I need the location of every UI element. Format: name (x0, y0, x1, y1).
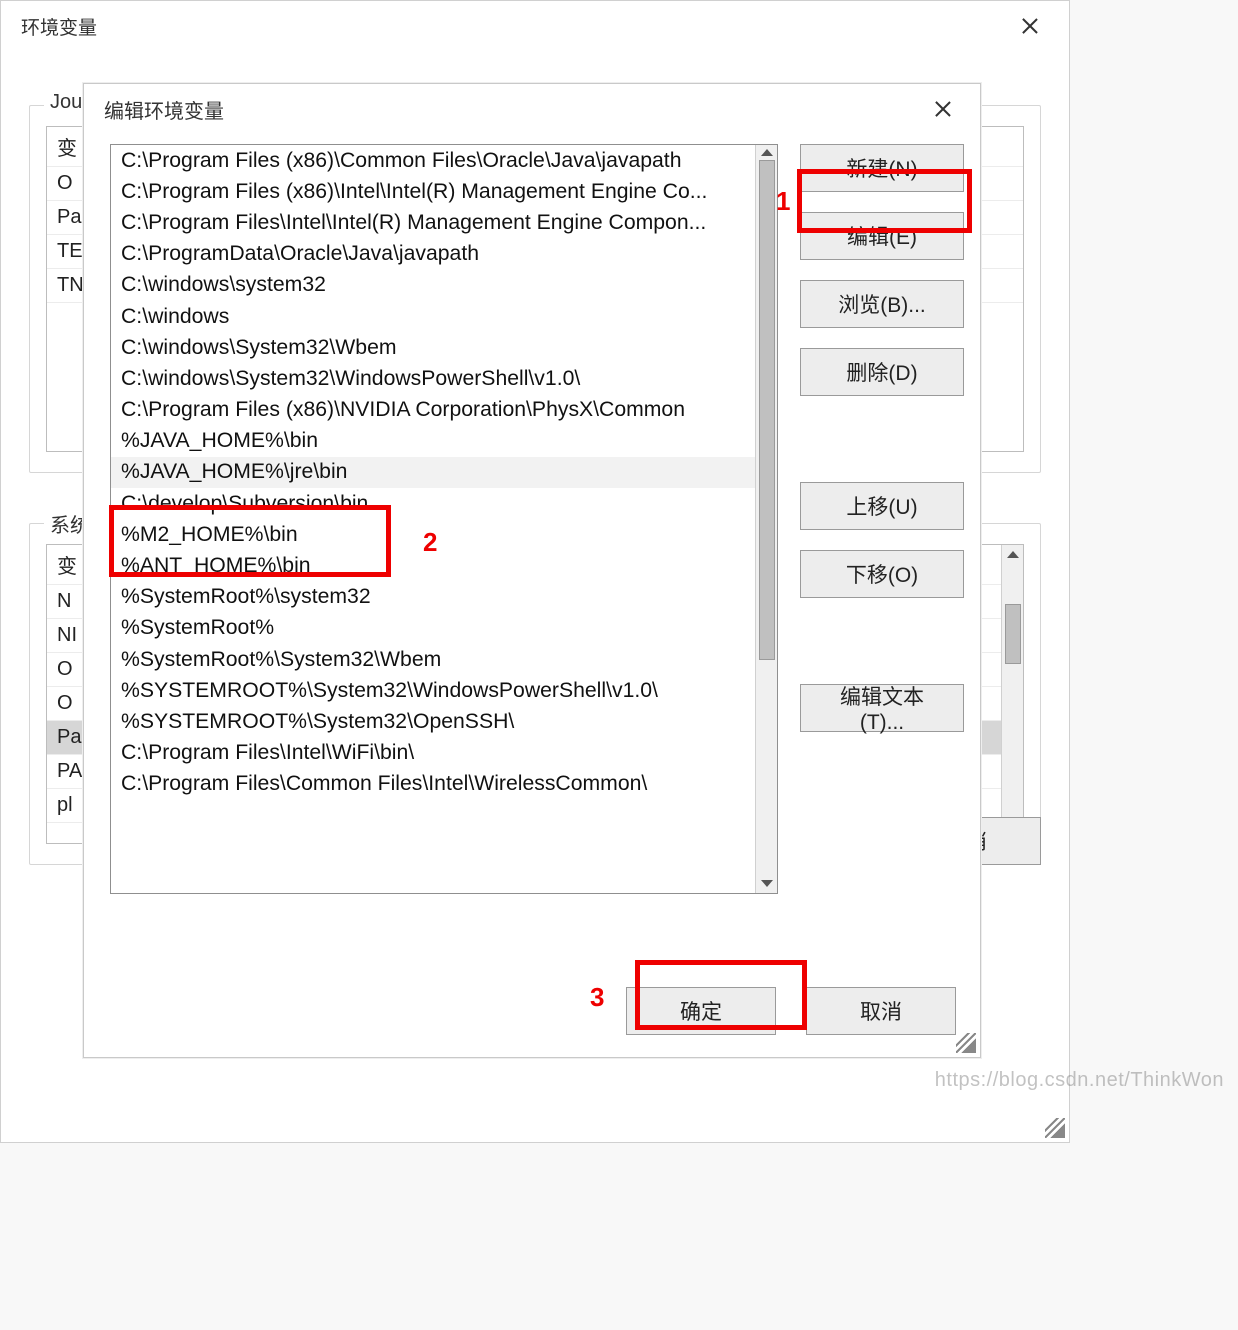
scrollbar[interactable] (1001, 545, 1023, 843)
annotation-label-3: 3 (590, 982, 604, 1013)
edit-text-button[interactable]: 编辑文本(T)... (800, 684, 964, 732)
edit-env-var-titlebar: 编辑环境变量 (84, 84, 980, 134)
scroll-up-icon (761, 149, 773, 156)
annotation-label-1: 1 (776, 186, 790, 217)
delete-button[interactable]: 删除(D) (800, 348, 964, 396)
list-item[interactable]: %SYSTEMROOT%\System32\OpenSSH\ (111, 706, 755, 737)
list-item[interactable]: C:\windows\System32\Wbem (111, 332, 755, 363)
cancel-button[interactable]: 取消 (806, 987, 956, 1035)
path-list[interactable]: C:\Program Files (x86)\Common Files\Orac… (110, 144, 778, 894)
list-item[interactable]: C:\windows\system32 (111, 270, 755, 301)
watermark: https://blog.csdn.net/ThinkWon (935, 1069, 1224, 1092)
list-item[interactable]: %JAVA_HOME%\bin (111, 426, 755, 457)
scrollbar[interactable] (755, 145, 777, 893)
list-item[interactable]: C:\Program Files\Common Files\Intel\Wire… (111, 769, 755, 800)
list-item[interactable]: C:\Program Files (x86)\Common Files\Orac… (111, 145, 755, 176)
list-item[interactable]: C:\develop\Subversion\bin (111, 488, 755, 519)
edit-env-var-title: 编辑环境变量 (104, 95, 224, 124)
scroll-up-icon (1007, 551, 1019, 558)
resize-grip-icon[interactable] (956, 1033, 976, 1053)
edit-env-var-dialog: 编辑环境变量 C:\Program Files (x86)\Common Fil… (83, 83, 981, 1058)
new-button[interactable]: 新建(N) (800, 144, 964, 192)
list-item[interactable]: C:\Program Files (x86)\Intel\Intel(R) Ma… (111, 176, 755, 207)
list-item[interactable]: %SystemRoot% (111, 613, 755, 644)
env-vars-titlebar: 环境变量 (1, 1, 1069, 51)
move-down-button[interactable]: 下移(O) (800, 550, 964, 598)
ok-button[interactable]: 确定 (626, 987, 776, 1035)
list-item[interactable]: C:\Program Files\Intel\WiFi\bin\ (111, 738, 755, 769)
edit-button[interactable]: 编辑(E) (800, 212, 964, 260)
list-item[interactable]: %SystemRoot%\system32 (111, 582, 755, 613)
scrollbar-thumb[interactable] (1005, 604, 1021, 664)
list-item[interactable]: %SystemRoot%\System32\Wbem (111, 644, 755, 675)
list-item[interactable]: %JAVA_HOME%\jre\bin (111, 457, 755, 488)
close-icon (1020, 16, 1040, 36)
close-button[interactable] (1005, 1, 1055, 51)
close-icon (933, 99, 953, 119)
list-item[interactable]: C:\windows\System32\WindowsPowerShell\v1… (111, 363, 755, 394)
close-button[interactable] (918, 84, 968, 134)
resize-grip-icon[interactable] (1045, 1118, 1065, 1138)
browse-button[interactable]: 浏览(B)... (800, 280, 964, 328)
list-item[interactable]: C:\ProgramData\Oracle\Java\javapath (111, 239, 755, 270)
scrollbar-thumb[interactable] (759, 160, 775, 660)
scroll-down-icon (761, 880, 773, 887)
annotation-label-2: 2 (423, 527, 437, 558)
move-up-button[interactable]: 上移(U) (800, 482, 964, 530)
list-item[interactable]: %SYSTEMROOT%\System32\WindowsPowerShell\… (111, 675, 755, 706)
env-vars-title: 环境变量 (21, 13, 97, 40)
list-item[interactable]: C:\windows (111, 301, 755, 332)
list-item[interactable]: C:\Program Files\Intel\Intel(R) Manageme… (111, 207, 755, 238)
list-item[interactable]: C:\Program Files (x86)\NVIDIA Corporatio… (111, 395, 755, 426)
